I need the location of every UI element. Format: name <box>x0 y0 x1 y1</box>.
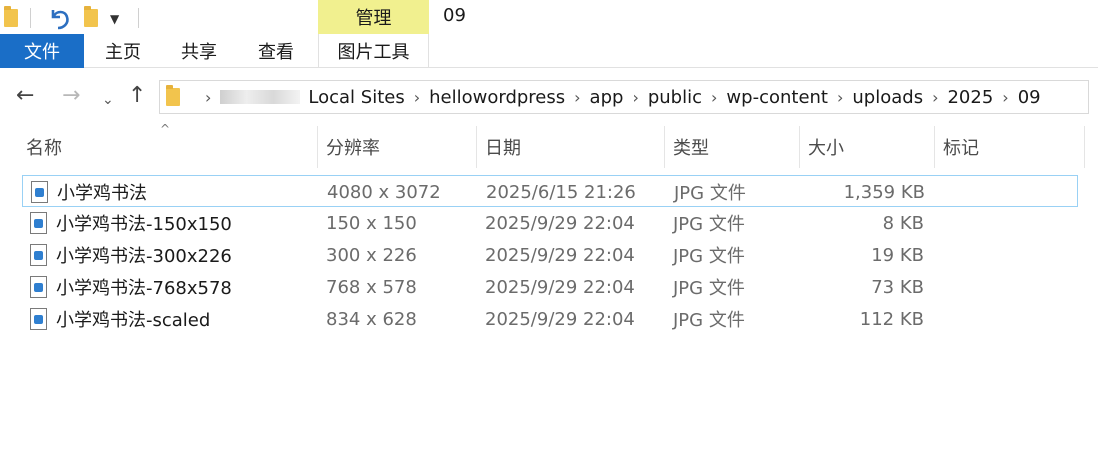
navigation-bar: ← → ⌄ ↑ › Local Sites › hellowordpress ›… <box>0 76 1098 118</box>
chevron-right-icon[interactable]: › <box>932 88 938 107</box>
file-resolution: 834 x 628 <box>326 308 417 330</box>
file-resolution: 4080 x 3072 <box>327 181 441 203</box>
file-resolution: 150 x 150 <box>326 212 417 234</box>
window-title: 09 <box>443 5 466 26</box>
tab-share[interactable]: 共享 <box>168 34 230 68</box>
breadcrumb-segment[interactable]: 2025 <box>947 87 993 108</box>
file-resolution: 300 x 226 <box>326 244 417 266</box>
tab-picture-tools[interactable]: 图片工具 <box>318 34 429 68</box>
file-date: 2025/9/29 22:04 <box>485 308 635 330</box>
column-header-date[interactable]: 日期 <box>477 126 665 168</box>
toolbar-divider <box>138 8 139 28</box>
file-date: 2025/9/29 22:04 <box>485 276 635 298</box>
breadcrumb-segment[interactable]: uploads <box>852 87 923 108</box>
file-row[interactable]: 小学鸡书法-150x150 150 x 150 2025/9/29 22:04 … <box>22 207 1078 239</box>
file-size: 1,359 KB <box>843 181 925 203</box>
breadcrumb-segment[interactable]: wp-content <box>726 87 828 108</box>
breadcrumb-segment[interactable]: 09 <box>1018 87 1041 108</box>
chevron-right-icon[interactable]: › <box>205 88 211 107</box>
file-row[interactable]: 小学鸡书法 4080 x 3072 2025/6/15 21:26 JPG 文件… <box>22 175 1078 207</box>
file-type: JPG 文件 <box>673 278 745 299</box>
file-type: JPG 文件 <box>673 246 745 267</box>
file-name: 小学鸡书法-300x226 <box>56 246 232 267</box>
tab-home[interactable]: 主页 <box>92 34 154 68</box>
file-type: JPG 文件 <box>673 214 745 235</box>
chevron-right-icon[interactable]: › <box>632 88 638 107</box>
tab-view[interactable]: 查看 <box>245 34 307 68</box>
file-size: 19 KB <box>871 244 924 266</box>
file-size: 8 KB <box>882 212 924 234</box>
picture-tools-context-header: 管理 <box>318 0 429 34</box>
file-name: 小学鸡书法 <box>57 183 147 204</box>
jpg-file-icon <box>30 212 47 234</box>
column-header-resolution[interactable]: 分辨率 <box>318 126 477 168</box>
chevron-right-icon[interactable]: › <box>1002 88 1008 107</box>
chevron-right-icon[interactable]: › <box>837 88 843 107</box>
file-row[interactable]: 小学鸡书法-scaled 834 x 628 2025/9/29 22:04 J… <box>22 303 1078 335</box>
file-name: 小学鸡书法-768x578 <box>56 278 232 299</box>
file-type: JPG 文件 <box>673 310 745 331</box>
file-size: 73 KB <box>871 276 924 298</box>
ribbon-tabs: 文件 主页 共享 查看 图片工具 <box>0 34 1098 68</box>
file-date: 2025/6/15 21:26 <box>486 181 636 203</box>
jpg-file-icon <box>31 181 48 203</box>
recent-locations-chevron-icon[interactable]: ⌄ <box>102 88 114 112</box>
new-folder-icon[interactable] <box>84 6 98 27</box>
column-header-row: ^ 名称 分辨率 日期 类型 大小 标记 <box>0 122 1098 168</box>
breadcrumb-segment[interactable]: Local Sites <box>308 87 404 108</box>
forward-arrow-icon[interactable]: → <box>62 84 80 108</box>
quick-access-toolbar: ▼ <box>0 0 1098 36</box>
file-name: 小学鸡书法-150x150 <box>56 214 232 235</box>
jpg-file-icon <box>30 276 47 298</box>
address-bar[interactable]: › Local Sites › hellowordpress › app › p… <box>159 80 1089 114</box>
address-folder-icon <box>166 85 180 106</box>
column-header-size[interactable]: 大小 <box>800 126 935 168</box>
chevron-right-icon[interactable]: › <box>414 88 420 107</box>
back-arrow-icon[interactable]: ← <box>16 84 34 108</box>
breadcrumb-segment[interactable]: hellowordpress <box>429 87 565 108</box>
file-type: JPG 文件 <box>674 183 746 204</box>
column-header-type[interactable]: 类型 <box>665 126 800 168</box>
column-header-tags[interactable]: 标记 <box>935 126 1085 168</box>
column-header-name[interactable]: 名称 <box>18 126 318 168</box>
breadcrumb-segment[interactable]: public <box>648 87 702 108</box>
jpg-file-icon <box>30 244 47 266</box>
redacted-path-segment <box>220 90 301 104</box>
folder-icon[interactable] <box>4 6 18 27</box>
file-resolution: 768 x 578 <box>326 276 417 298</box>
toolbar-divider <box>30 8 31 28</box>
file-row[interactable]: 小学鸡书法-768x578 768 x 578 2025/9/29 22:04 … <box>22 271 1078 303</box>
file-date: 2025/9/29 22:04 <box>485 244 635 266</box>
undo-icon[interactable] <box>46 4 72 32</box>
chevron-right-icon[interactable]: › <box>711 88 717 107</box>
tab-file[interactable]: 文件 <box>0 34 84 68</box>
breadcrumb-segment[interactable]: app <box>590 87 624 108</box>
file-row[interactable]: 小学鸡书法-300x226 300 x 226 2025/9/29 22:04 … <box>22 239 1078 271</box>
chevron-right-icon[interactable]: › <box>574 88 580 107</box>
file-name: 小学鸡书法-scaled <box>56 310 211 331</box>
up-arrow-icon[interactable]: ↑ <box>128 84 146 108</box>
customize-toolbar-icon[interactable]: ▼ <box>110 12 119 26</box>
file-date: 2025/9/29 22:04 <box>485 212 635 234</box>
file-size: 112 KB <box>859 308 924 330</box>
jpg-file-icon <box>30 308 47 330</box>
